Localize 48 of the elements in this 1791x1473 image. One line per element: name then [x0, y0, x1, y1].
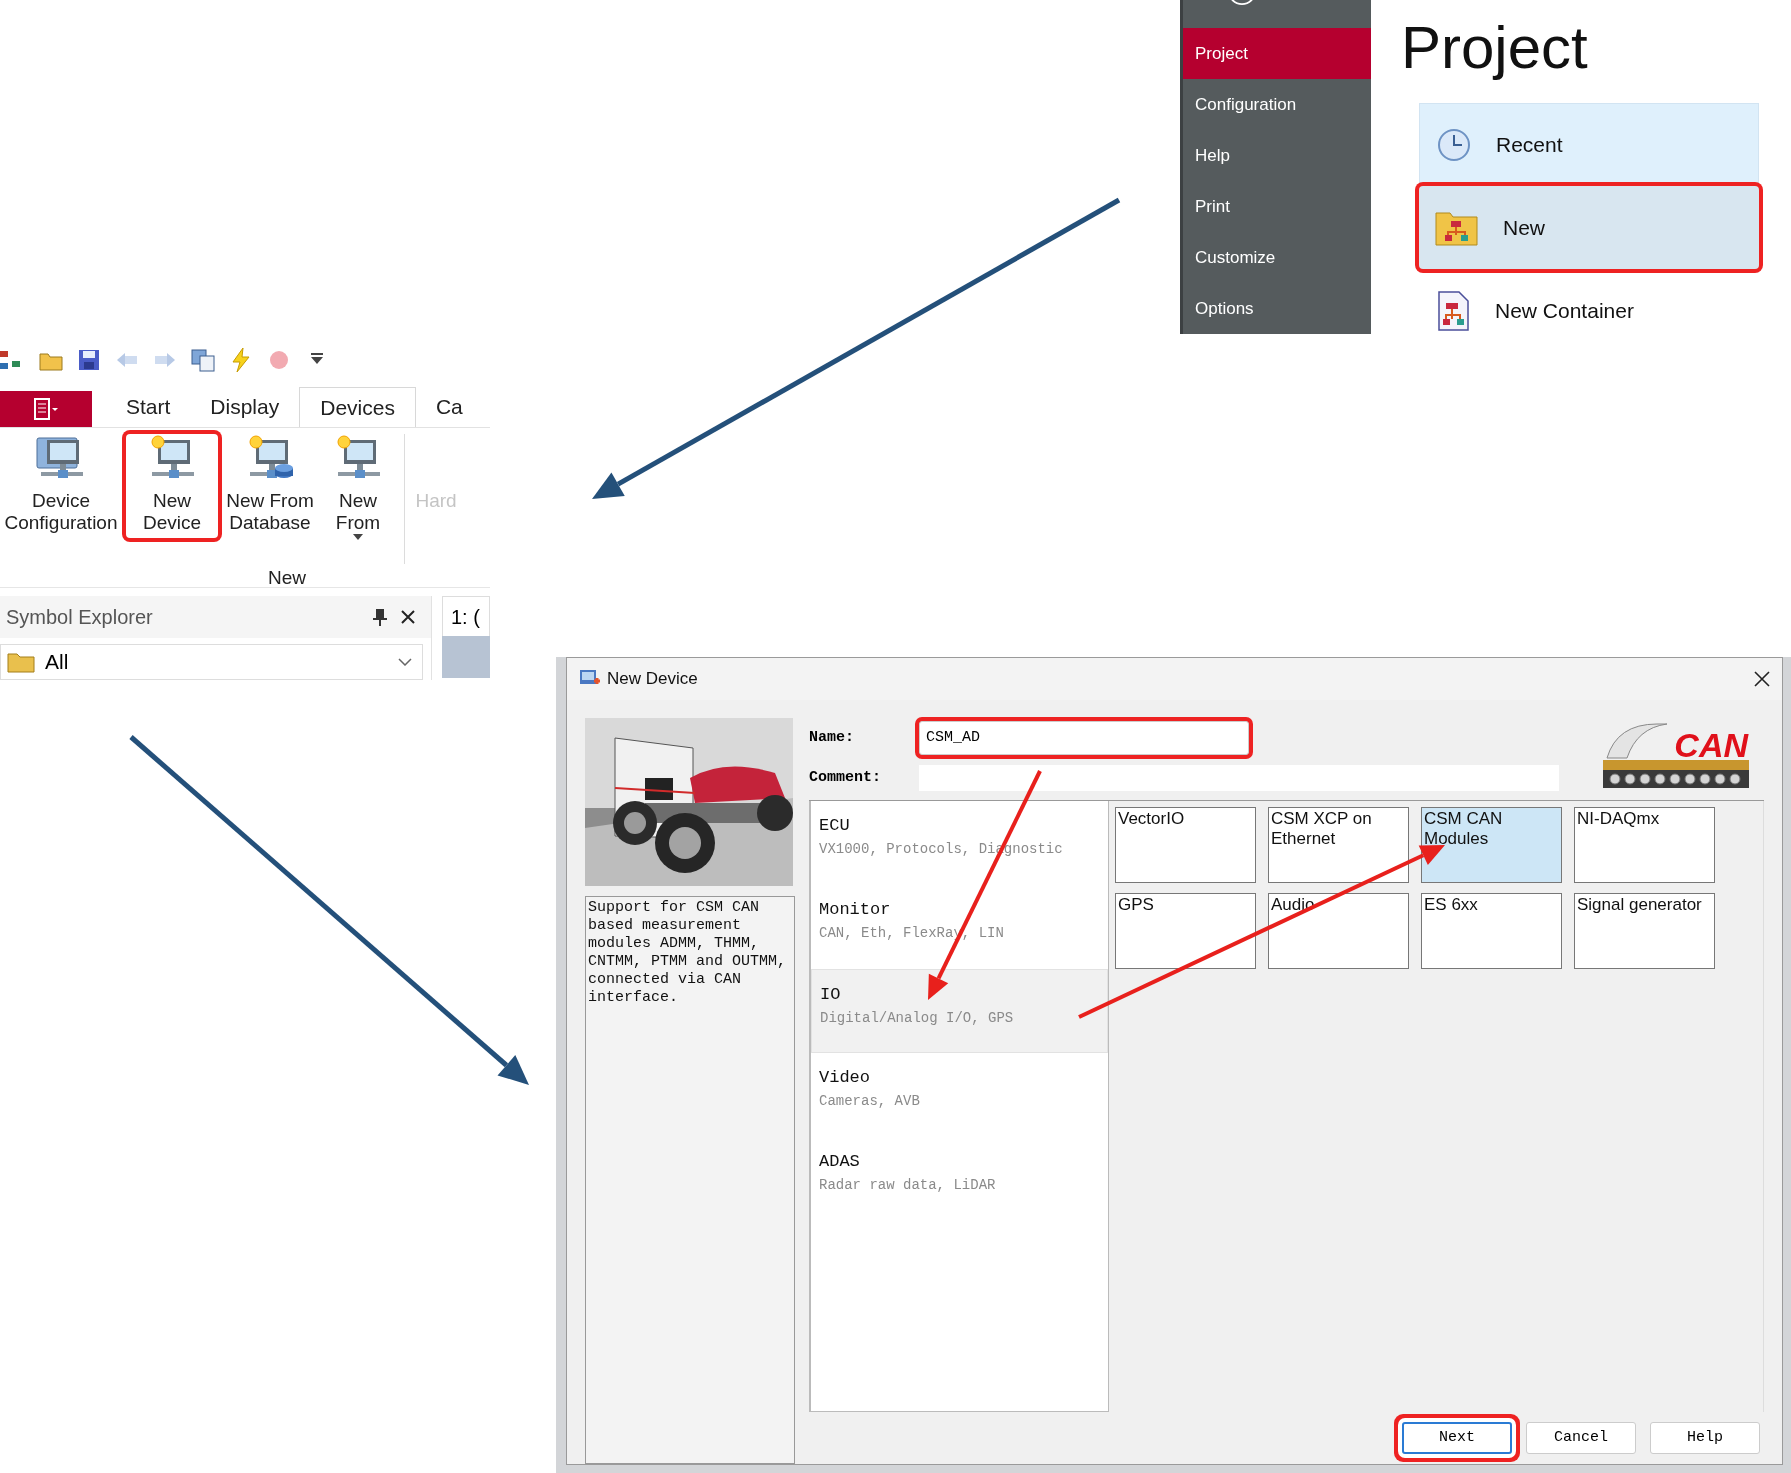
document-background	[442, 636, 490, 678]
logo-text: CAN	[1674, 728, 1748, 762]
ribbon-button[interactable]: Device Configuration	[0, 434, 122, 538]
pin-icon[interactable]	[373, 608, 387, 626]
comment-field[interactable]	[919, 765, 1559, 791]
backstage-command[interactable]: New Container	[1419, 269, 1759, 334]
comment-label: Comment:	[809, 767, 882, 788]
clock-icon	[1436, 126, 1472, 163]
device-tile[interactable]: VectorIO	[1115, 807, 1256, 883]
device-tile[interactable]: GPS	[1115, 893, 1256, 969]
device-tile[interactable]: Signal generator	[1574, 893, 1715, 969]
description-box: Support for CSM CAN based measurement modules ADMM, THMM, CNTMM, PTMM and OUTMM, connected via CAN interface.	[585, 896, 795, 1464]
file-menu-button[interactable]	[0, 391, 92, 427]
backstage-nav-item[interactable]: Customize	[1183, 232, 1371, 283]
device-tile[interactable]: CSM CAN Modules	[1421, 807, 1562, 883]
device-tile[interactable]: ES 6xx	[1421, 893, 1562, 969]
backstage-heading: Project	[1401, 13, 1589, 83]
backstage-nav-item[interactable]: Options	[1183, 283, 1371, 334]
pane-title: Symbol Explorer	[6, 605, 153, 630]
ribbon-tab[interactable]: Display	[190, 387, 300, 427]
backstage-nav-item[interactable]: Project	[1183, 28, 1371, 79]
device-tile[interactable]: NI-DAQmx	[1574, 807, 1715, 883]
dialog-button[interactable]: Help	[1650, 1422, 1760, 1454]
chevron-down-icon	[398, 658, 412, 666]
document-tab[interactable]: 1: (	[442, 596, 490, 636]
ribbon-tab[interactable]: Start	[106, 387, 191, 427]
backstage-nav-item[interactable]: Print	[1183, 181, 1371, 232]
close-icon[interactable]	[1754, 671, 1770, 687]
backstage-nav-item[interactable]: Configuration	[1183, 79, 1371, 130]
backstage-nav-item[interactable]: Help	[1183, 130, 1371, 181]
dialog-title: New Device	[607, 668, 698, 691]
close-icon[interactable]	[401, 610, 415, 624]
filter-dropdown[interactable]: All	[0, 644, 423, 680]
ribbon-button[interactable]: New From Database	[222, 434, 318, 538]
device-tile[interactable]: CSM XCP on Ethernet	[1268, 807, 1409, 883]
name-label: Name:	[809, 727, 855, 748]
category-item[interactable]: IO Digital/Analog I/O, GPS	[811, 969, 1108, 1053]
document-network-icon	[1435, 290, 1471, 331]
ribbon-button[interactable]: New Device	[126, 434, 218, 538]
folder-icon	[7, 651, 35, 673]
menu-icon	[33, 398, 59, 420]
ribbon-tab[interactable]: Ca	[415, 387, 483, 427]
filter-value: All	[45, 649, 69, 676]
ribbon-group-label: New	[268, 566, 307, 590]
dialog-button[interactable]: Cancel	[1526, 1422, 1636, 1454]
ribbon-button[interactable]: New From	[318, 434, 398, 544]
ribbon-tab[interactable]: Devices	[299, 387, 416, 427]
layout-icon[interactable]	[190, 346, 216, 373]
